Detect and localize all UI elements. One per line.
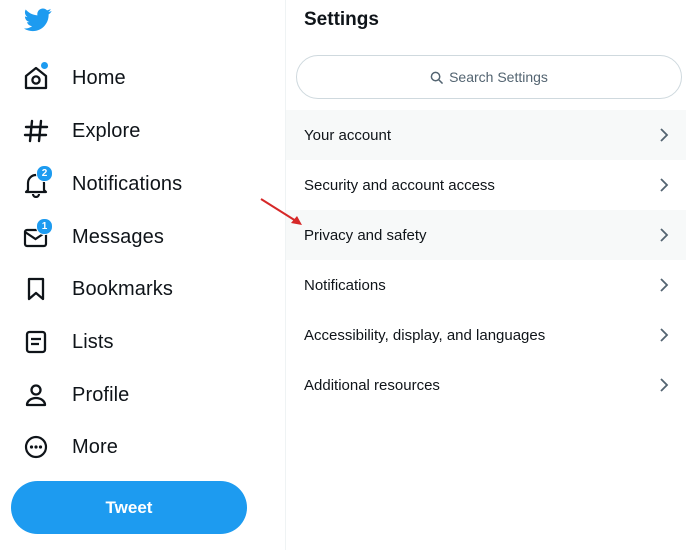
settings-item-security[interactable]: Security and account access — [286, 160, 686, 210]
nav-home[interactable]: Home — [22, 58, 242, 98]
bookmark-icon — [22, 275, 50, 303]
person-icon — [22, 381, 50, 409]
nav-label-notifications: Notifications — [72, 172, 183, 195]
chevron-right-icon — [660, 178, 669, 192]
nav-label-explore: Explore — [72, 119, 141, 142]
nav-explore[interactable]: Explore — [22, 111, 242, 151]
nav-more[interactable]: More — [22, 427, 242, 467]
hashtag-icon — [22, 117, 50, 145]
nav-messages[interactable]: 1 Messages — [22, 217, 242, 257]
chevron-right-icon — [660, 128, 669, 142]
messages-badge: 1 — [36, 218, 53, 235]
settings-item-label: Your account — [304, 126, 392, 144]
settings-item-label: Accessibility, display, and languages — [304, 326, 546, 344]
settings-panel: Settings Search Settings Your account Se… — [286, 0, 686, 550]
more-circle-icon — [22, 433, 50, 461]
new-content-dot — [41, 62, 48, 69]
settings-item-your-account[interactable]: Your account — [286, 110, 686, 160]
settings-item-accessibility[interactable]: Accessibility, display, and languages — [286, 310, 686, 360]
annotation-arrow-icon — [260, 198, 302, 225]
nav-notifications[interactable]: 2 Notifications — [22, 164, 242, 204]
nav-bookmarks[interactable]: Bookmarks — [22, 269, 242, 309]
bell-icon: 2 — [22, 165, 53, 198]
chevron-right-icon — [660, 278, 669, 292]
settings-item-additional-resources[interactable]: Additional resources — [286, 360, 686, 410]
search-input[interactable]: Search Settings — [296, 55, 682, 99]
search-icon — [430, 71, 443, 84]
twitter-bird-icon[interactable] — [24, 8, 52, 32]
sidebar-nav: Home Explore 2 Notifications 1 Messages … — [0, 0, 285, 550]
settings-item-label: Security and account access — [304, 176, 495, 194]
list-icon — [22, 328, 50, 356]
settings-item-label: Privacy and safety — [304, 226, 427, 244]
notifications-badge: 2 — [36, 165, 53, 182]
chevron-right-icon — [660, 378, 669, 392]
tweet-button[interactable]: Tweet — [11, 481, 247, 534]
nav-profile[interactable]: Profile — [22, 375, 242, 415]
search-placeholder: Search Settings — [449, 69, 548, 85]
nav-label-messages: Messages — [72, 225, 164, 248]
home-icon — [22, 62, 50, 92]
nav-label-more: More — [72, 435, 118, 458]
settings-item-privacy[interactable]: Privacy and safety — [286, 210, 686, 260]
page-title: Settings — [304, 9, 379, 30]
chevron-right-icon — [660, 228, 669, 242]
nav-label-profile: Profile — [72, 383, 130, 406]
chevron-right-icon — [660, 328, 669, 342]
settings-item-notifications[interactable]: Notifications — [286, 260, 686, 310]
nav-lists[interactable]: Lists — [22, 322, 242, 362]
settings-item-label: Notifications — [304, 276, 386, 294]
nav-label-home: Home — [72, 66, 126, 89]
settings-item-label: Additional resources — [304, 376, 440, 394]
nav-label-lists: Lists — [72, 330, 114, 353]
nav-label-bookmarks: Bookmarks — [72, 277, 173, 300]
envelope-icon: 1 — [22, 218, 53, 251]
